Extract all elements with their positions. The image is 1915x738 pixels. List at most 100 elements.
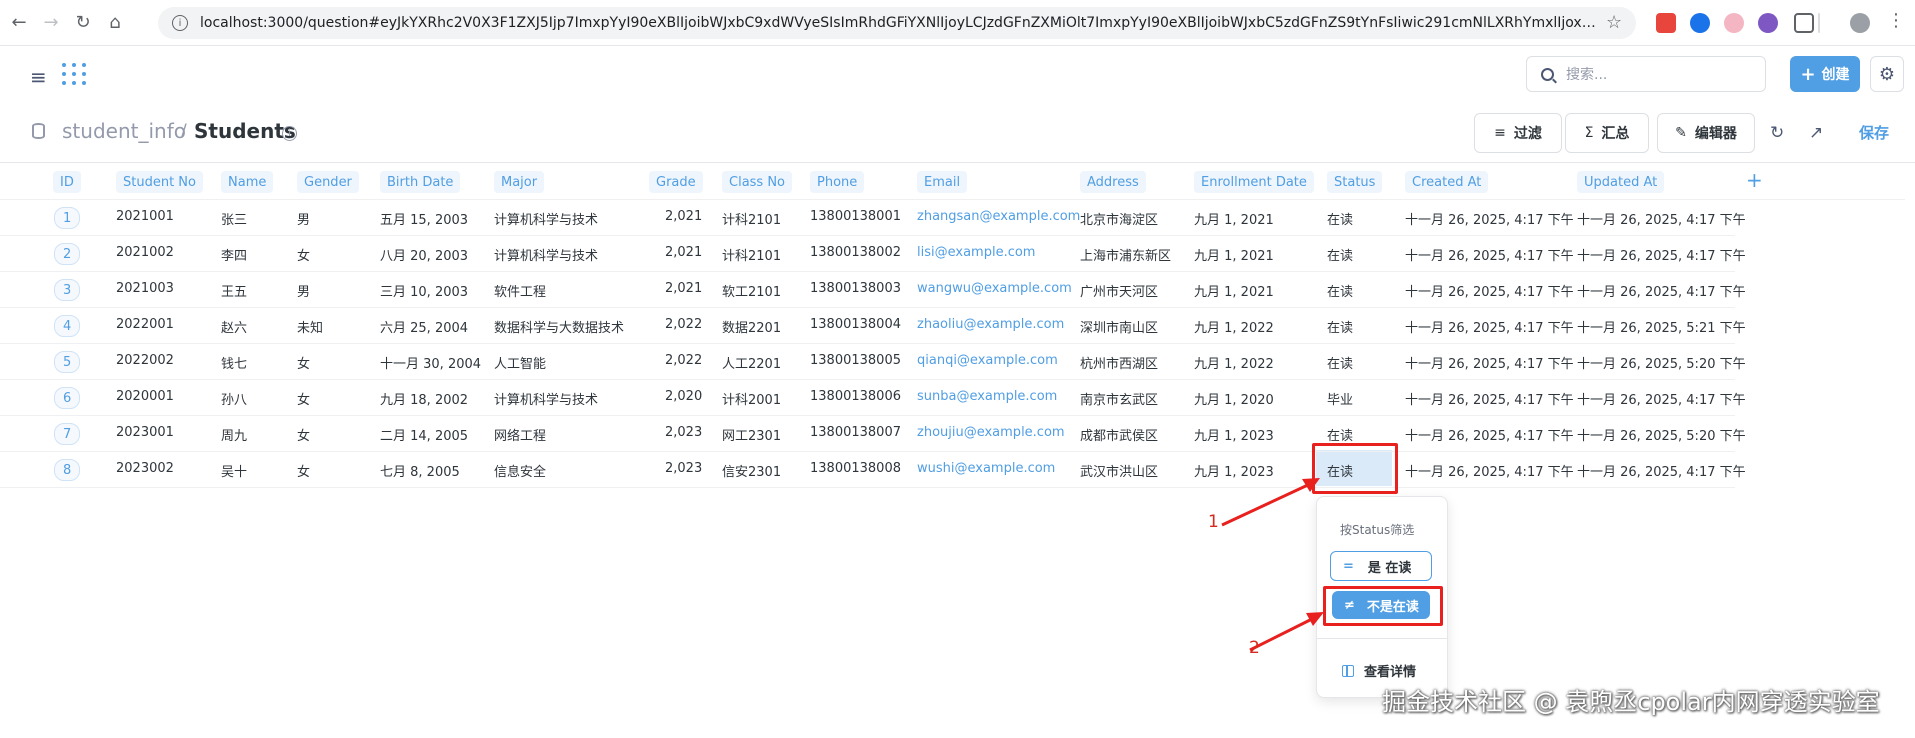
table-cell[interactable]: 2020001 xyxy=(116,389,174,404)
search-input[interactable]: 搜索... xyxy=(1526,56,1766,92)
table-cell[interactable]: 赵六 xyxy=(221,317,247,336)
email-link[interactable]: zhoujiu@example.com xyxy=(917,425,1065,440)
extension-icon[interactable] xyxy=(1724,13,1744,33)
column-header-name[interactable]: Name xyxy=(221,171,274,193)
editor-button[interactable]: ✎ 编辑器 xyxy=(1657,113,1755,153)
email-link[interactable]: zhangsan@example.com xyxy=(917,209,1080,224)
table-cell[interactable]: 男 xyxy=(297,209,310,228)
forward-icon[interactable]: → xyxy=(38,10,64,36)
table-cell[interactable]: 女 xyxy=(297,461,310,480)
table-cell[interactable]: 2,021 xyxy=(665,281,702,296)
table-cell[interactable]: 九月 1, 2021 xyxy=(1194,245,1274,264)
bookmark-star-icon[interactable]: ☆ xyxy=(1606,12,1622,33)
table-cell[interactable]: 深圳市南山区 xyxy=(1080,317,1158,336)
table-cell[interactable]: 毕业 xyxy=(1327,389,1353,408)
back-icon[interactable]: ← xyxy=(6,10,32,36)
table-cell[interactable]: 计科2101 xyxy=(722,209,781,228)
table-cell[interactable]: 人工智能 xyxy=(494,353,546,372)
column-header-grade[interactable]: Grade xyxy=(649,171,703,193)
table-cell[interactable]: 2023002 xyxy=(116,461,174,476)
table-cell[interactable]: 十一月 26, 2025, 4:17 下午 xyxy=(1405,461,1574,480)
table-cell[interactable]: 女 xyxy=(297,245,310,264)
table-cell[interactable]: 13800138004 xyxy=(810,317,901,332)
table-cell[interactable]: 九月 1, 2023 xyxy=(1194,425,1274,444)
extensions-puzzle-icon[interactable] xyxy=(1794,13,1814,33)
view-details-option[interactable]: 查看详情 xyxy=(1342,661,1416,680)
table-cell[interactable]: 13800138006 xyxy=(810,389,901,404)
table-cell[interactable]: 女 xyxy=(297,353,310,372)
table-cell[interactable]: 2021003 xyxy=(116,281,174,296)
table-cell[interactable]: 吴十 xyxy=(221,461,247,480)
table-cell[interactable]: 2,023 xyxy=(665,461,702,476)
table-cell[interactable]: 13800138002 xyxy=(810,245,901,260)
id-cell[interactable]: 1 xyxy=(54,207,81,229)
table-cell[interactable]: 十一月 26, 2025, 4:17 下午 xyxy=(1577,281,1746,300)
table-cell[interactable]: 计算机科学与技术 xyxy=(494,209,598,228)
hamburger-menu-icon[interactable]: ≡ xyxy=(30,65,47,89)
table-cell[interactable]: 十一月 26, 2025, 4:17 下午 xyxy=(1577,209,1746,228)
table-cell[interactable]: 北京市海淀区 xyxy=(1080,209,1158,228)
id-cell[interactable]: 3 xyxy=(54,279,81,301)
table-cell[interactable]: 十一月 26, 2025, 5:20 下午 xyxy=(1577,353,1746,372)
table-cell[interactable]: 计科2101 xyxy=(722,245,781,264)
save-button[interactable]: 保存 xyxy=(1859,122,1889,143)
table-cell[interactable]: 李四 xyxy=(221,245,247,264)
table-cell[interactable]: 13800138008 xyxy=(810,461,901,476)
id-cell[interactable]: 8 xyxy=(54,459,81,481)
table-cell[interactable]: 上海市浦东新区 xyxy=(1080,245,1171,264)
table-cell[interactable]: 13800138005 xyxy=(810,353,901,368)
table-cell[interactable]: 2022001 xyxy=(116,317,174,332)
reload-icon[interactable]: ↻ xyxy=(70,10,96,36)
settings-gear-icon[interactable]: ⚙ xyxy=(1870,56,1904,92)
table-cell[interactable]: 计算机科学与技术 xyxy=(494,389,598,408)
page-title[interactable]: Students xyxy=(194,119,296,143)
table-cell[interactable]: 数据科学与大数据技术 xyxy=(494,317,624,336)
table-cell[interactable]: 在读 xyxy=(1327,425,1353,444)
create-button[interactable]: + 创建 xyxy=(1790,56,1860,92)
home-icon[interactable]: ⌂ xyxy=(102,10,128,36)
table-cell[interactable]: 十一月 26, 2025, 5:21 下午 xyxy=(1577,317,1746,336)
table-cell[interactable]: 13800138001 xyxy=(810,209,901,224)
table-cell[interactable]: 十一月 26, 2025, 4:17 下午 xyxy=(1405,389,1574,408)
table-cell[interactable]: 2021002 xyxy=(116,245,174,260)
column-header-address[interactable]: Address xyxy=(1080,171,1146,193)
info-icon[interactable]: i xyxy=(282,126,297,141)
table-cell[interactable]: 在读 xyxy=(1327,245,1353,264)
table-cell[interactable]: 十一月 26, 2025, 5:20 下午 xyxy=(1577,425,1746,444)
table-cell[interactable]: 十一月 26, 2025, 4:17 下午 xyxy=(1405,281,1574,300)
table-cell[interactable]: 计算机科学与技术 xyxy=(494,245,598,264)
table-cell[interactable]: 九月 1, 2021 xyxy=(1194,209,1274,228)
table-cell[interactable]: 网络工程 xyxy=(494,425,546,444)
open-external-icon[interactable]: ↗ xyxy=(1809,123,1823,143)
table-cell[interactable]: 在读 xyxy=(1327,281,1353,300)
table-cell[interactable]: 2022002 xyxy=(116,353,174,368)
table-cell[interactable]: 2,022 xyxy=(665,317,702,332)
id-cell[interactable]: 5 xyxy=(54,351,81,373)
table-cell[interactable]: 张三 xyxy=(221,209,247,228)
table-cell[interactable]: 钱七 xyxy=(221,353,247,372)
table-cell[interactable]: 十一月 26, 2025, 4:17 下午 xyxy=(1405,425,1574,444)
email-link[interactable]: zhaoliu@example.com xyxy=(917,317,1064,332)
column-header-major[interactable]: Major xyxy=(494,171,545,193)
extension-icon[interactable] xyxy=(1758,13,1778,33)
column-header-email[interactable]: Email xyxy=(917,171,968,193)
metabase-logo[interactable] xyxy=(60,61,88,87)
column-header-id[interactable]: ID xyxy=(53,171,81,193)
table-cell[interactable]: 2,022 xyxy=(665,353,702,368)
column-header-birth-date[interactable]: Birth Date xyxy=(380,171,461,193)
table-cell[interactable]: 十一月 26, 2025, 4:17 下午 xyxy=(1577,245,1746,264)
table-cell[interactable]: 六月 25, 2004 xyxy=(380,317,468,336)
table-cell[interactable]: 数据2201 xyxy=(722,317,781,336)
email-link[interactable]: lisi@example.com xyxy=(917,245,1035,260)
table-cell[interactable]: 计科2001 xyxy=(722,389,781,408)
table-cell[interactable]: 十一月 26, 2025, 4:17 下午 xyxy=(1405,317,1574,336)
table-cell[interactable]: 孙八 xyxy=(221,389,247,408)
table-cell[interactable]: 十一月 30, 2004 xyxy=(380,353,481,372)
site-info-icon[interactable]: i xyxy=(172,15,188,31)
table-cell[interactable]: 2021001 xyxy=(116,209,174,224)
column-header-phone[interactable]: Phone xyxy=(810,171,865,193)
browser-menu-icon[interactable]: ⋮ xyxy=(1887,10,1905,31)
filter-equals-option[interactable]: = 是 在读 xyxy=(1330,551,1432,581)
table-cell[interactable]: 2023001 xyxy=(116,425,174,440)
add-column-icon[interactable]: + xyxy=(1746,168,1763,192)
